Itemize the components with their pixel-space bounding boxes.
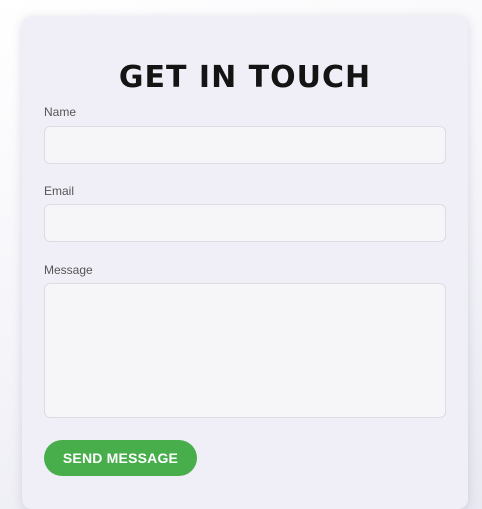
- email-input[interactable]: [44, 204, 446, 242]
- name-input[interactable]: [44, 126, 446, 164]
- form-title: GET IN TOUCH: [118, 60, 372, 95]
- contact-form-card: GET IN TOUCH Name Email Message SEND MES…: [22, 16, 468, 509]
- email-label: Email: [44, 184, 75, 198]
- name-label: Name: [44, 105, 77, 119]
- message-label: Message: [44, 263, 93, 277]
- send-message-button[interactable]: SEND MESSAGE: [44, 440, 197, 476]
- message-textarea[interactable]: [44, 283, 446, 418]
